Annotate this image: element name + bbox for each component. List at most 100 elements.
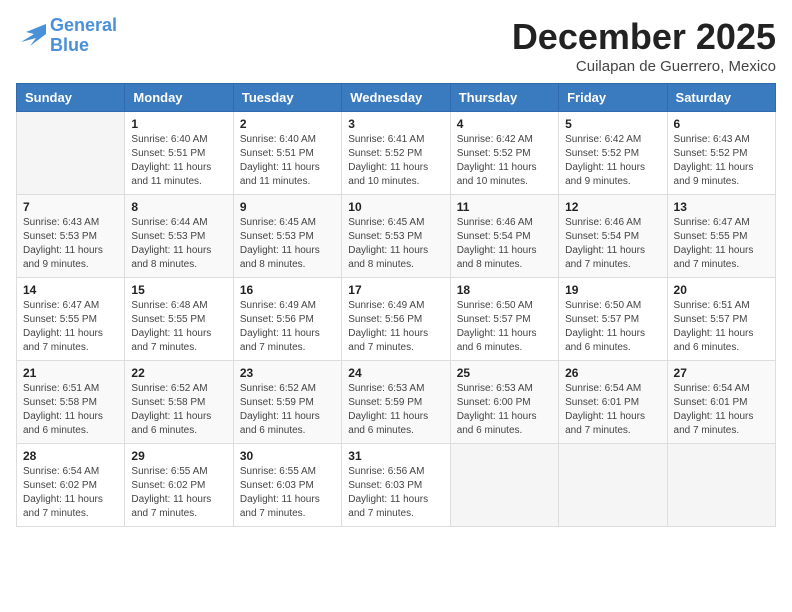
day-number: 23 (240, 366, 335, 380)
day-info: Sunrise: 6:53 AMSunset: 5:59 PMDaylight:… (348, 382, 443, 438)
day-info: Sunrise: 6:52 AMSunset: 5:59 PMDaylight:… (240, 382, 335, 438)
day-number: 26 (565, 366, 660, 380)
header-thursday: Thursday (450, 84, 558, 112)
calendar-cell: 13 Sunrise: 6:47 AMSunset: 5:55 PMDayligh… (667, 195, 775, 278)
calendar-cell: 24Sunrise: 6:53 AMSunset: 5:59 PMDayligh… (342, 361, 450, 444)
day-number: 19 (565, 283, 660, 297)
calendar-cell: 23 Sunrise: 6:52 AMSunset: 5:59 PMDayligh… (233, 361, 341, 444)
day-info: Sunrise: 6:54 AMSunset: 6:01 PMDaylight:… (674, 382, 769, 438)
day-number: 18 (457, 283, 552, 297)
calendar-cell: 20Sunrise: 6:51 AMSunset: 5:57 PMDayligh… (667, 278, 775, 361)
calendar-cell: 31Sunrise: 6:56 AMSunset: 6:03 PMDayligh… (342, 444, 450, 527)
day-number: 7 (23, 200, 118, 214)
day-info: Sunrise: 6:47 AMSunset: 5:55 PMDaylight:… (674, 216, 769, 272)
calendar-cell: 4 Sunrise: 6:42 AMSunset: 5:52 PMDaylight… (450, 112, 558, 195)
header-monday: Monday (125, 84, 233, 112)
day-info: Sunrise: 6:55 AMSunset: 6:03 PMDaylight:… (240, 465, 335, 521)
location-subtitle: Cuilapan de Guerrero, Mexico (512, 58, 776, 75)
calendar-week-row: 14Sunrise: 6:47 AMSunset: 5:55 PMDayligh… (17, 278, 776, 361)
day-number: 1 (131, 117, 226, 131)
day-info: Sunrise: 6:41 AMSunset: 5:52 PMDaylight:… (348, 133, 443, 189)
day-number: 29 (131, 449, 226, 463)
calendar-cell: 8 Sunrise: 6:44 AMSunset: 5:53 PMDaylight… (125, 195, 233, 278)
calendar-cell: 29 Sunrise: 6:55 AMSunset: 6:02 PMDayligh… (125, 444, 233, 527)
calendar-week-row: 7 Sunrise: 6:43 AMSunset: 5:53 PMDaylight… (17, 195, 776, 278)
calendar-cell: 5 Sunrise: 6:42 AMSunset: 5:52 PMDaylight… (559, 112, 667, 195)
day-number: 30 (240, 449, 335, 463)
calendar-cell: 25 Sunrise: 6:53 AMSunset: 6:00 PMDayligh… (450, 361, 558, 444)
day-number: 4 (457, 117, 552, 131)
calendar-cell: 26 Sunrise: 6:54 AMSunset: 6:01 PMDayligh… (559, 361, 667, 444)
header-wednesday: Wednesday (342, 84, 450, 112)
day-info: Sunrise: 6:48 AMSunset: 5:55 PMDaylight:… (131, 299, 226, 355)
day-info: Sunrise: 6:51 AMSunset: 5:58 PMDaylight:… (23, 382, 118, 438)
day-info: Sunrise: 6:53 AMSunset: 6:00 PMDaylight:… (457, 382, 552, 438)
day-number: 17 (348, 283, 443, 297)
calendar-cell: 21 Sunrise: 6:51 AMSunset: 5:58 PMDayligh… (17, 361, 125, 444)
day-info: Sunrise: 6:47 AMSunset: 5:55 PMDaylight:… (23, 299, 118, 355)
page-header: General Blue December 2025 Cuilapan de G… (16, 16, 776, 75)
calendar-cell: 3Sunrise: 6:41 AMSunset: 5:52 PMDaylight… (342, 112, 450, 195)
calendar-week-row: 1 Sunrise: 6:40 AMSunset: 5:51 PMDaylight… (17, 112, 776, 195)
calendar-cell (450, 444, 558, 527)
day-number: 11 (457, 200, 552, 214)
header-saturday: Saturday (667, 84, 775, 112)
logo-icon (16, 24, 46, 48)
calendar-cell: 30 Sunrise: 6:55 AMSunset: 6:03 PMDayligh… (233, 444, 341, 527)
day-number: 21 (23, 366, 118, 380)
day-number: 2 (240, 117, 335, 131)
month-title: December 2025 (512, 16, 776, 58)
day-info: Sunrise: 6:46 AMSunset: 5:54 PMDaylight:… (457, 216, 552, 272)
day-info: Sunrise: 6:54 AMSunset: 6:01 PMDaylight:… (565, 382, 660, 438)
calendar-cell: 17 Sunrise: 6:49 AMSunset: 5:56 PMDayligh… (342, 278, 450, 361)
calendar-cell: 28 Sunrise: 6:54 AMSunset: 6:02 PMDayligh… (17, 444, 125, 527)
calendar-cell: 15 Sunrise: 6:48 AMSunset: 5:55 PMDayligh… (125, 278, 233, 361)
calendar-cell: 2 Sunrise: 6:40 AMSunset: 5:51 PMDaylight… (233, 112, 341, 195)
day-number: 13 (674, 200, 769, 214)
day-info: Sunrise: 6:55 AMSunset: 6:02 PMDaylight:… (131, 465, 226, 521)
calendar-week-row: 21 Sunrise: 6:51 AMSunset: 5:58 PMDayligh… (17, 361, 776, 444)
calendar-cell: 16Sunrise: 6:49 AMSunset: 5:56 PMDayligh… (233, 278, 341, 361)
day-number: 6 (674, 117, 769, 131)
day-number: 8 (131, 200, 226, 214)
calendar-cell (667, 444, 775, 527)
day-info: Sunrise: 6:54 AMSunset: 6:02 PMDaylight:… (23, 465, 118, 521)
day-number: 10 (348, 200, 443, 214)
logo-text: General Blue (50, 16, 117, 56)
day-info: Sunrise: 6:42 AMSunset: 5:52 PMDaylight:… (457, 133, 552, 189)
calendar-cell: 22Sunrise: 6:52 AMSunset: 5:58 PMDayligh… (125, 361, 233, 444)
day-number: 20 (674, 283, 769, 297)
calendar-cell (559, 444, 667, 527)
day-info: Sunrise: 6:56 AMSunset: 6:03 PMDaylight:… (348, 465, 443, 521)
day-info: Sunrise: 6:44 AMSunset: 5:53 PMDaylight:… (131, 216, 226, 272)
header-sunday: Sunday (17, 84, 125, 112)
day-info: Sunrise: 6:43 AMSunset: 5:53 PMDaylight:… (23, 216, 118, 272)
calendar-cell: 7 Sunrise: 6:43 AMSunset: 5:53 PMDaylight… (17, 195, 125, 278)
calendar-cell: 6 Sunrise: 6:43 AMSunset: 5:52 PMDaylight… (667, 112, 775, 195)
day-number: 5 (565, 117, 660, 131)
day-info: Sunrise: 6:50 AMSunset: 5:57 PMDaylight:… (457, 299, 552, 355)
day-number: 15 (131, 283, 226, 297)
header-friday: Friday (559, 84, 667, 112)
day-info: Sunrise: 6:49 AMSunset: 5:56 PMDaylight:… (348, 299, 443, 355)
calendar-cell: 12Sunrise: 6:46 AMSunset: 5:54 PMDayligh… (559, 195, 667, 278)
day-info: Sunrise: 6:40 AMSunset: 5:51 PMDaylight:… (131, 133, 226, 189)
calendar-cell: 14Sunrise: 6:47 AMSunset: 5:55 PMDayligh… (17, 278, 125, 361)
day-info: Sunrise: 6:40 AMSunset: 5:51 PMDaylight:… (240, 133, 335, 189)
day-number: 25 (457, 366, 552, 380)
day-info: Sunrise: 6:43 AMSunset: 5:52 PMDaylight:… (674, 133, 769, 189)
day-info: Sunrise: 6:52 AMSunset: 5:58 PMDaylight:… (131, 382, 226, 438)
day-number: 28 (23, 449, 118, 463)
calendar-week-row: 28 Sunrise: 6:54 AMSunset: 6:02 PMDayligh… (17, 444, 776, 527)
day-info: Sunrise: 6:42 AMSunset: 5:52 PMDaylight:… (565, 133, 660, 189)
calendar-table: Sunday Monday Tuesday Wednesday Thursday… (16, 83, 776, 527)
calendar-cell: 1 Sunrise: 6:40 AMSunset: 5:51 PMDaylight… (125, 112, 233, 195)
calendar-header-row: Sunday Monday Tuesday Wednesday Thursday… (17, 84, 776, 112)
calendar-cell: 18 Sunrise: 6:50 AMSunset: 5:57 PMDayligh… (450, 278, 558, 361)
day-number: 27 (674, 366, 769, 380)
day-info: Sunrise: 6:49 AMSunset: 5:56 PMDaylight:… (240, 299, 335, 355)
calendar-cell: 27 Sunrise: 6:54 AMSunset: 6:01 PMDayligh… (667, 361, 775, 444)
day-info: Sunrise: 6:45 AMSunset: 5:53 PMDaylight:… (348, 216, 443, 272)
calendar-cell: 11 Sunrise: 6:46 AMSunset: 5:54 PMDayligh… (450, 195, 558, 278)
header-tuesday: Tuesday (233, 84, 341, 112)
